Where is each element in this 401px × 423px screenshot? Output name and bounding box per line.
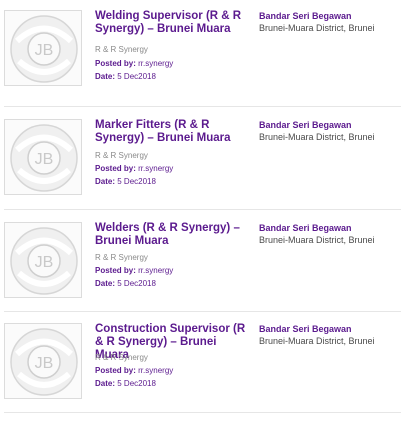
post-date: Date: 5 Dec2018 — [95, 72, 156, 81]
date-value: 5 Dec2018 — [117, 279, 156, 288]
date-value: 5 Dec2018 — [117, 379, 156, 388]
location-region: Brunei-Muara District, Brunei — [259, 235, 375, 245]
posted-by: Posted by: rr.synergy — [95, 59, 173, 68]
logo-text: JB — [35, 254, 54, 271]
company-logo-icon[interactable]: JB — [4, 323, 82, 399]
company-name: R & R Synergy — [95, 353, 148, 362]
date-value: 5 Dec2018 — [117, 72, 156, 81]
posted-by-user[interactable]: rr.synergy — [138, 59, 173, 68]
posted-by: Posted by: rr.synergy — [95, 366, 173, 375]
job-listing: JB Marker Fitters (R & R Synergy) – Brun… — [0, 119, 401, 219]
logo-text: JB — [35, 355, 54, 372]
company-name: R & R Synergy — [95, 253, 148, 262]
posted-by-label: Posted by: — [95, 366, 136, 375]
job-listing: JB Welders (R & R Synergy) – Brunei Muar… — [0, 222, 401, 322]
logo-text: JB — [35, 42, 54, 59]
location-city[interactable]: Bandar Seri Begawan — [259, 119, 399, 131]
job-listing: JB Construction Supervisor (R & R Synerg… — [0, 323, 401, 423]
location-city[interactable]: Bandar Seri Begawan — [259, 10, 399, 22]
posted-by-label: Posted by: — [95, 59, 136, 68]
company-name: R & R Synergy — [95, 151, 148, 160]
job-title-link[interactable]: Marker Fitters (R & R Synergy) – Brunei … — [95, 119, 251, 145]
company-logo-icon[interactable]: JB — [4, 222, 82, 298]
location-region: Brunei-Muara District, Brunei — [259, 132, 375, 142]
company-logo-icon[interactable]: JB — [4, 10, 82, 86]
posted-by-user[interactable]: rr.synergy — [138, 266, 173, 275]
divider — [4, 311, 401, 312]
posted-by-label: Posted by: — [95, 266, 136, 275]
divider — [4, 106, 401, 107]
posted-by: Posted by: rr.synergy — [95, 164, 173, 173]
date-label: Date: — [95, 72, 116, 81]
job-location: Bandar Seri Begawan Brunei-Muara Distric… — [259, 119, 399, 143]
post-date: Date: 5 Dec2018 — [95, 177, 156, 186]
company-name: R & R Synergy — [95, 45, 148, 54]
job-title-link[interactable]: Welders (R & R Synergy) – Brunei Muara — [95, 222, 251, 248]
job-location: Bandar Seri Begawan Brunei-Muara Distric… — [259, 323, 399, 347]
job-listing: JB Welding Supervisor (R & R Synergy) – … — [0, 10, 401, 110]
location-city[interactable]: Bandar Seri Begawan — [259, 222, 399, 234]
post-date: Date: 5 Dec2018 — [95, 379, 156, 388]
divider — [4, 412, 401, 413]
location-region: Brunei-Muara District, Brunei — [259, 23, 375, 33]
location-region: Brunei-Muara District, Brunei — [259, 336, 375, 346]
job-location: Bandar Seri Begawan Brunei-Muara Distric… — [259, 222, 399, 246]
date-label: Date: — [95, 177, 116, 186]
divider — [4, 209, 401, 210]
date-label: Date: — [95, 279, 116, 288]
posted-by-user[interactable]: rr.synergy — [138, 366, 173, 375]
posted-by-label: Posted by: — [95, 164, 136, 173]
date-value: 5 Dec2018 — [117, 177, 156, 186]
date-label: Date: — [95, 379, 116, 388]
post-date: Date: 5 Dec2018 — [95, 279, 156, 288]
posted-by-user[interactable]: rr.synergy — [138, 164, 173, 173]
job-title-link[interactable]: Welding Supervisor (R & R Synergy) – Bru… — [95, 10, 251, 36]
job-location: Bandar Seri Begawan Brunei-Muara Distric… — [259, 10, 399, 34]
posted-by: Posted by: rr.synergy — [95, 266, 173, 275]
company-logo-icon[interactable]: JB — [4, 119, 82, 195]
logo-text: JB — [35, 151, 54, 168]
location-city[interactable]: Bandar Seri Begawan — [259, 323, 399, 335]
